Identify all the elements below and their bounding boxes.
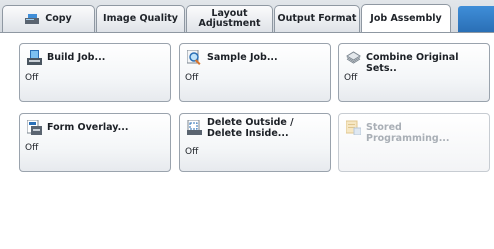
stored-programming-button: Stored Programming... <box>338 113 490 172</box>
tab-copy[interactable]: Copy <box>2 5 95 32</box>
combine-sets-value: Off <box>344 73 358 83</box>
tab-image-quality[interactable]: Image Quality <box>96 5 185 32</box>
tab-image-quality-label: Image Quality <box>103 13 178 24</box>
form-overlay-value: Off <box>25 143 39 153</box>
tab-layout-adjustment-label: Layout Adjustment <box>198 8 261 29</box>
sample-job-label: Sample Job... <box>207 52 278 63</box>
form-overlay-label: Form Overlay... <box>47 122 129 133</box>
build-job-label: Build Job... <box>47 52 106 63</box>
copy-icon <box>25 14 40 24</box>
build-job-button[interactable]: Build Job... Off <box>19 43 171 102</box>
delete-outside-inside-button[interactable]: Delete Outside / Delete Inside... Off <box>179 113 331 172</box>
tab-layout-adjustment[interactable]: Layout Adjustment <box>186 5 273 32</box>
combine-sets-label: Combine Original Sets.. <box>366 52 459 74</box>
build-job-icon <box>27 50 42 65</box>
delete-outside-value: Off <box>185 147 199 157</box>
combine-original-sets-button[interactable]: Combine Original Sets.. Off <box>338 43 490 102</box>
delete-outside-label: Delete Outside / Delete Inside... <box>207 117 294 139</box>
build-job-value: Off <box>25 73 39 83</box>
tab-output-format-label: Output Format <box>277 13 357 24</box>
form-overlay-button[interactable]: Form Overlay... Off <box>19 113 171 172</box>
sample-job-icon <box>186 49 202 65</box>
tab-output-format[interactable]: Output Format <box>274 5 360 32</box>
stored-programming-label: Stored Programming... <box>366 122 450 144</box>
sample-job-button[interactable]: Sample Job... Off <box>179 43 331 102</box>
tab-job-assembly-label: Job Assembly <box>370 13 442 24</box>
form-overlay-icon <box>26 119 42 135</box>
combine-sets-icon <box>346 50 361 65</box>
tab-bar-accent <box>458 6 494 32</box>
delete-outside-icon <box>187 119 202 135</box>
tab-copy-label: Copy <box>45 13 72 24</box>
tab-job-assembly[interactable]: Job Assembly <box>361 4 451 33</box>
sample-job-value: Off <box>185 73 199 83</box>
stored-programming-icon <box>345 120 362 136</box>
